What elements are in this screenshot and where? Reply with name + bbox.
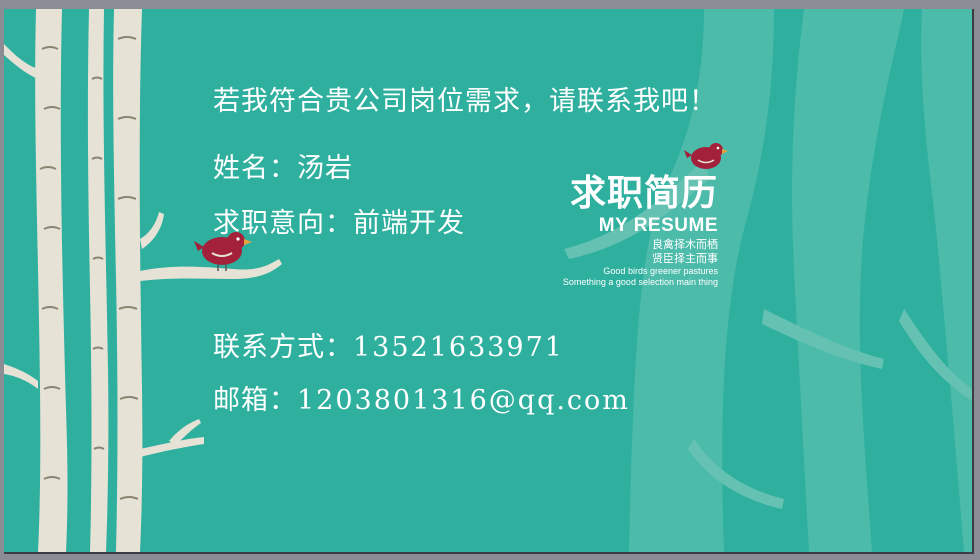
email-label: 邮箱：: [213, 385, 297, 416]
job-intent-label: 求职意向：: [213, 208, 353, 239]
name-value: 汤岩: [297, 153, 353, 184]
logo-title-en: MY RESUME: [598, 215, 718, 236]
logo-slogan-en-2: Something a good selection main thing: [562, 277, 718, 287]
phone-value: 13521633971: [353, 332, 564, 363]
name-label: 姓名：: [213, 153, 297, 184]
resume-logo: 求职简历 MY RESUME 良禽择木而栖 贤臣择主而事 Good birds …: [522, 174, 718, 288]
job-intent-row: 求职意向：前端开发: [213, 201, 465, 240]
window-frame: 若我符合贵公司岗位需求，请联系我吧！ 姓名：汤岩 求职意向：前端开发 联系方式：…: [0, 0, 980, 560]
phone-label: 联系方式：: [213, 332, 353, 363]
name-row: 姓名：汤岩: [213, 146, 353, 185]
resume-slide: 若我符合贵公司岗位需求，请联系我吧！ 姓名：汤岩 求职意向：前端开发 联系方式：…: [4, 9, 974, 554]
logo-title-cn: 求职简历: [569, 173, 718, 214]
logo-slogan-1: 良禽择木而栖: [652, 238, 718, 251]
job-intent-value: 前端开发: [353, 208, 465, 239]
headline: 若我符合贵公司岗位需求，请联系我吧！: [213, 86, 717, 117]
email-value: 1203801316@qq.com: [297, 385, 630, 416]
phone-row: 联系方式：13521633971: [213, 325, 564, 364]
logo-slogan-en-1: Good birds greener pastures: [603, 266, 718, 276]
logo-slogan-2: 贤臣择主而事: [652, 252, 718, 265]
email-row: 邮箱：1203801316@qq.com: [213, 378, 630, 417]
